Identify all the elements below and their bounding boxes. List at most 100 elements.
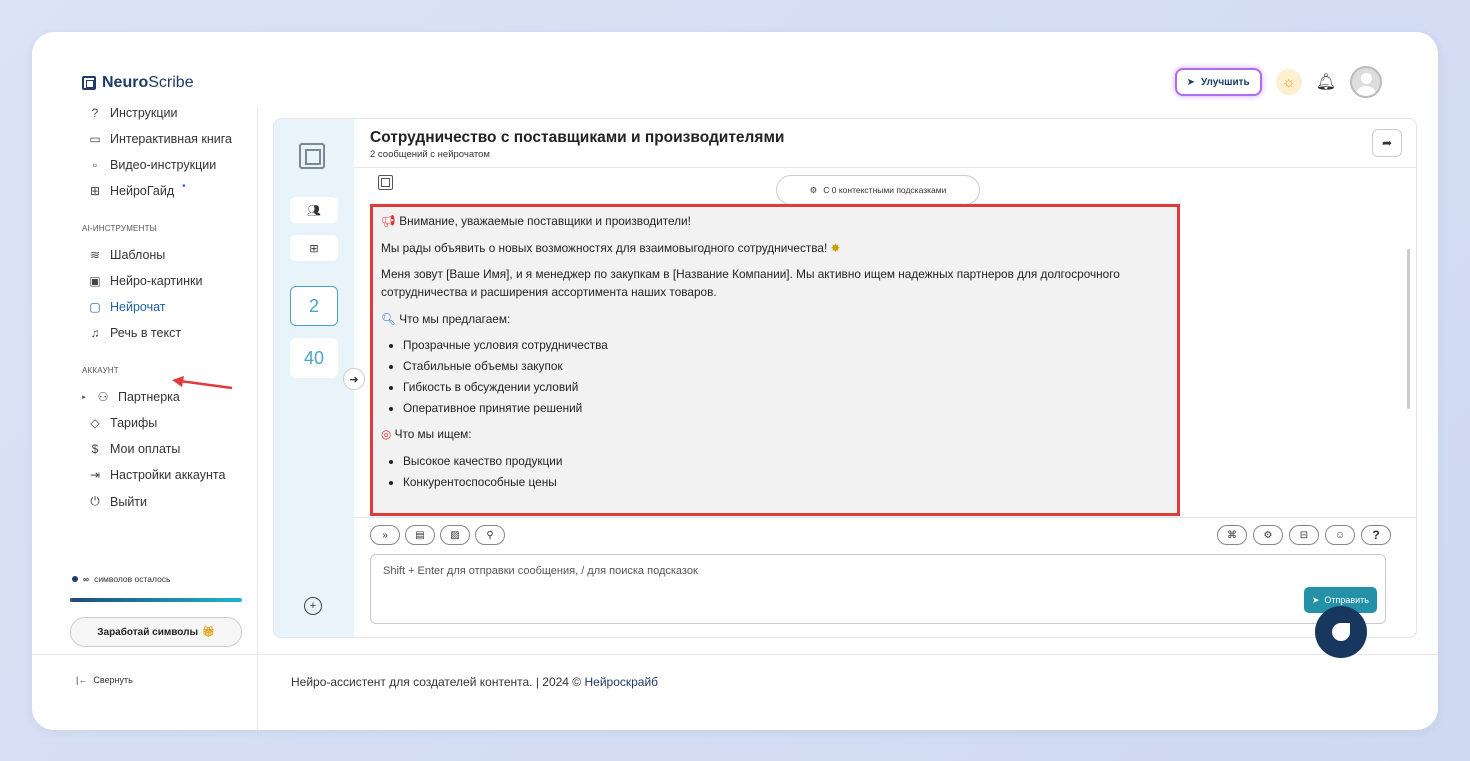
logo-bold: Neuro [102,74,149,91]
notifications-bell-icon[interactable]: 🔔︎ [1316,72,1336,92]
message-heading: 🔍︎ Что мы предлагаем: [381,311,511,326]
chat-rail: 👥︎ ⊞ 2 40 + [274,119,354,637]
sidebar-item-label: Партнерка [118,390,180,404]
sidebar-item-label: Шаблоны [110,248,166,262]
rail-count[interactable]: 40 [290,338,338,378]
sidebar-item-label: Мои оплаты [110,442,181,456]
image-icon: ▣ [89,274,101,288]
sidebar-item-logout[interactable]: ⏻ Выйти [88,494,147,509]
save-button[interactable]: ▤ [405,525,435,545]
settings-button[interactable]: ⚙ [1253,525,1283,545]
login-icon: ⇥ [89,468,101,482]
section-title-ai-tools: AI-ИНСТРУМЕНТЫ [82,224,157,233]
rail-users-button[interactable]: 👥︎ [290,197,338,223]
users-icon: 👥︎ [307,204,321,217]
help-button[interactable]: ? [1361,525,1391,545]
caret-right-icon: ▸ [82,394,86,401]
megaphone-icon: 📢︎ [381,214,396,228]
bot-button[interactable]: ☺ [1325,525,1355,545]
gear-icon: ⚙ [1263,529,1273,541]
sidebar-item-video-instructions[interactable]: ▫ Видео-инструкции [88,158,216,172]
collapse-down-button[interactable]: » [370,525,400,545]
share-icon: ➦ [1381,136,1393,150]
sidebar-item-speech-to-text[interactable]: ♫ Речь в текст [88,326,182,340]
theme-toggle-button[interactable]: ☼ [1275,69,1302,95]
magic-wand-button[interactable]: ⚲ [475,525,505,545]
rocket-icon: ➤ [1186,76,1195,88]
guide-icon: ⊞ [89,184,101,198]
chat-subtitle: 2 сообщений с нейрочатом [370,149,490,160]
new-chat-plus-icon[interactable]: + [304,597,322,615]
rail-grid-button[interactable]: ⊞ [290,235,338,261]
archive-button[interactable]: ⊟ [1289,525,1319,545]
sidebar-item-tariffs[interactable]: ◇ Тарифы [88,416,157,430]
user-avatar[interactable] [1350,66,1382,98]
context-hints-label: С 0 контекстными подсказками [823,185,947,195]
symbols-label: символов осталось [94,574,171,584]
seek-list: Высокое качество продукции Конкурентоспо… [381,453,1169,491]
input-placeholder: Shift + Enter для отправки сообщения, / … [383,565,698,577]
chat-header: Сотрудничество с поставщиками и производ… [370,129,784,160]
sidebar-item-label: Нейро-картинки [110,274,203,288]
robot-icon: ☺ [1334,529,1346,541]
sidebar-item-interactive-book[interactable]: ▭ Интерактивная книга [88,132,232,146]
video-icon: ▫ [92,158,98,172]
send-icon: ➤ [1311,594,1320,605]
sidebar-item-instructions[interactable]: ? Инструкции [88,106,178,120]
plugin-button[interactable]: ⌘ [1217,525,1247,545]
list-item: Гибкость в обсуждении условий [403,379,1169,397]
logo-rest: Scribe [148,74,194,91]
list-item: Оперативное принятие решений [403,400,1169,418]
sidebar-item-neurochat[interactable]: ▢ Нейрочат [88,300,165,314]
footer-link[interactable]: Нейроскрайб [584,675,658,689]
magnifier-icon: 🔍︎ [381,311,396,326]
chevrons-down-icon: » [382,529,388,541]
users-icon: ⚇ [97,390,109,404]
image-button[interactable]: ▨ [440,525,470,545]
toolbar-divider [354,517,1416,518]
neuroscribe-logo-icon [299,143,325,169]
sidebar-item-payments[interactable]: $ Мои оплаты [88,442,181,456]
sidebar-item-neuro-images[interactable]: ▣ Нейро-картинки [88,274,202,288]
sidebar-item-account-settings[interactable]: ⇥ Настройки аккаунта [88,468,225,482]
message-scrollbar[interactable] [1407,249,1410,409]
app-logo[interactable]: NeuroScribe [82,74,194,92]
message-paragraph: 📢︎ Внимание, уважаемые поставщики и прои… [381,214,691,228]
collapse-sidebar-button[interactable]: |← Свернуть [76,675,133,685]
sidebar-item-label: Тарифы [110,416,158,430]
symbols-progress-bar [70,598,242,602]
earn-symbols-label: Заработай символы [97,626,199,638]
send-label: Отправить [1324,595,1369,605]
gift-icon: 🎁︎ [202,626,215,638]
expand-arrow-icon[interactable]: ➜ [343,368,365,390]
sidebar-item-label: Видео-инструкции [110,158,217,172]
layers-icon: ≋ [89,248,101,262]
context-hints-pill[interactable]: ⚙ С 0 контекстными подсказками [776,175,980,205]
support-chat-button[interactable] [1315,606,1367,658]
earn-symbols-button[interactable]: Заработай символы 🎁︎ [70,617,242,647]
message-input[interactable]: Shift + Enter для отправки сообщения, / … [370,554,1386,624]
question-icon: ? [91,106,99,120]
list-item: Высокое качество продукции [403,453,1169,471]
symbols-count: ∞ [83,574,90,584]
sidebar-item-label: Выйти [110,494,148,509]
sidebar-item-partner[interactable]: ▸ ⚇ Партнерка [80,390,180,404]
headphones-icon: ♫ [90,326,100,340]
sidebar-item-label: Речь в текст [110,326,182,340]
share-button[interactable]: ➦ [1372,129,1402,157]
sidebar-item-neuroguide[interactable]: ⊞ НейроГайд • [88,181,186,199]
upgrade-button[interactable]: ➤ Улучшить [1174,68,1262,96]
sidebar-item-label: Настройки аккаунта [110,468,226,482]
sidebar-item-label: НейроГайд [110,184,175,198]
sidebar-item-templates[interactable]: ≋ Шаблоны [88,248,165,262]
tag-icon: ◇ [90,416,100,430]
context-icon: ⚙ [809,184,818,195]
message-paragraph: Меня зовут [Ваше Имя], и я менеджер по з… [381,267,1120,300]
rail-count-selected[interactable]: 2 [290,286,338,326]
help-icon: ? [1372,528,1380,542]
footer: Нейро-ассистент для создателей контента.… [291,675,658,689]
top-bar: NeuroScribe ➤ Улучшить ☼ 🔔︎ [32,32,1438,108]
magic-wand-icon: ⚲ [486,529,494,541]
symbols-remaining: ∞ символов осталось [72,574,171,584]
header-divider [354,167,1416,168]
